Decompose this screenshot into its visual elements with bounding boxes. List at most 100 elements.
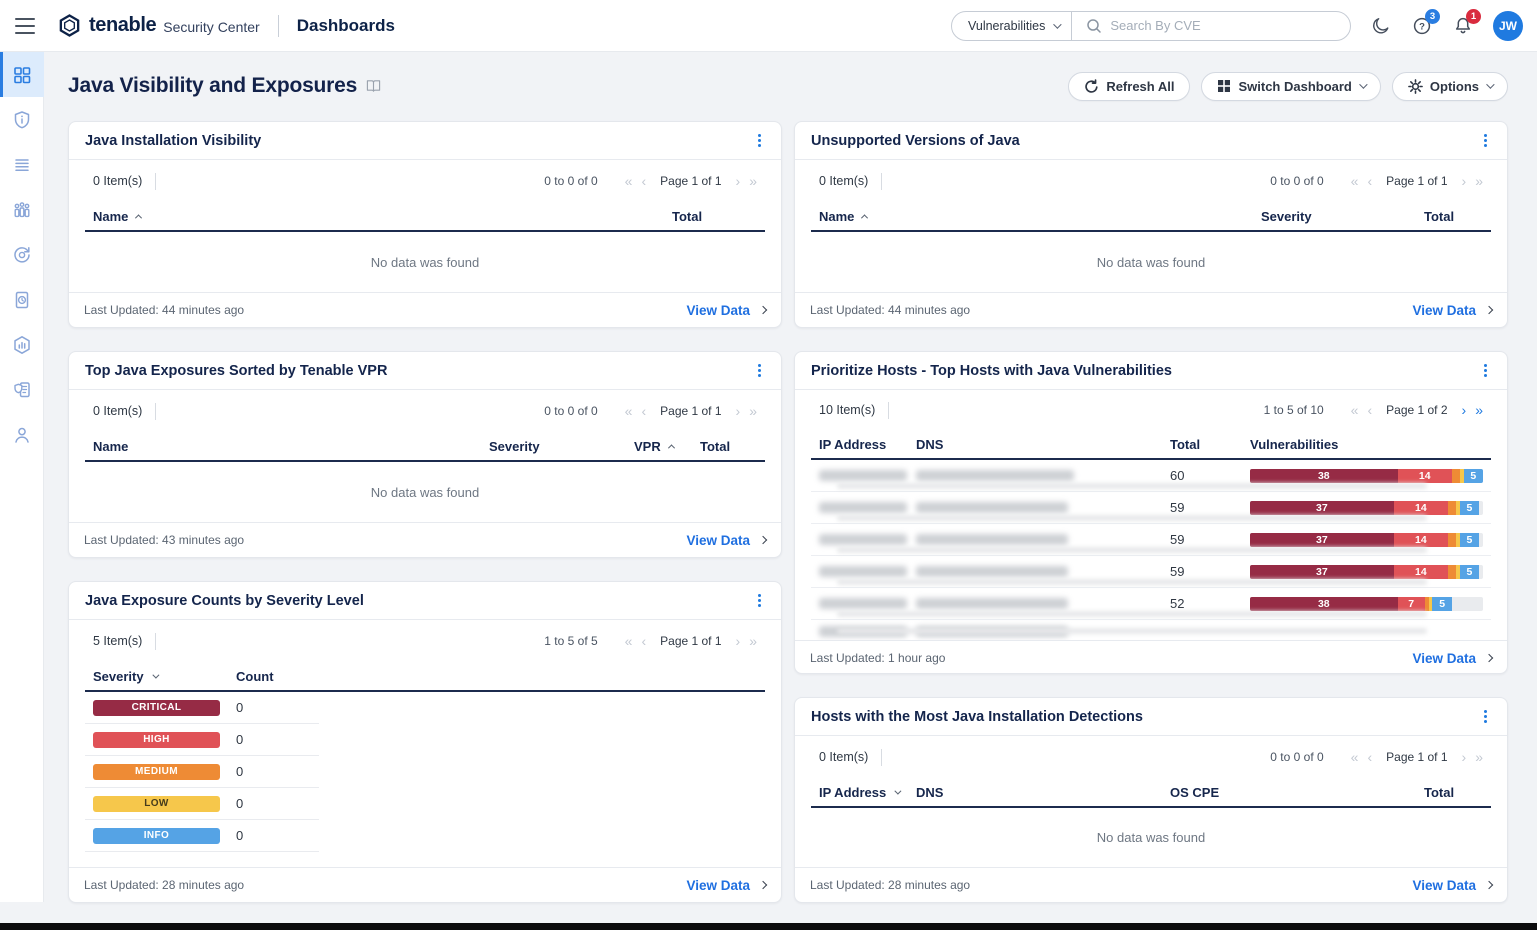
last-page-button[interactable]: » — [749, 634, 757, 648]
search-input[interactable] — [1110, 18, 1350, 33]
prev-page-button[interactable]: ‹ — [1367, 750, 1372, 764]
column-header-total[interactable]: Total — [1170, 437, 1250, 452]
sidebar-item-reports[interactable] — [0, 277, 44, 322]
prev-page-button[interactable]: ‹ — [641, 404, 646, 418]
host-row[interactable]: 52 3875 — [811, 588, 1491, 620]
sidebar-item-assets[interactable] — [0, 187, 44, 232]
redacted-ip — [819, 566, 907, 577]
prev-page-button[interactable]: ‹ — [641, 174, 646, 188]
column-header-name[interactable]: Name — [93, 439, 489, 454]
sidebar-item-tenable-one[interactable] — [0, 322, 44, 367]
next-page-button[interactable]: › — [1462, 403, 1467, 417]
view-data-link[interactable]: View Data — [686, 303, 766, 318]
help-button[interactable]: ? 3 — [1411, 15, 1433, 37]
panel-menu-icon[interactable] — [1480, 706, 1491, 727]
dashboard-title: Java Visibility and Exposures — [68, 74, 357, 98]
prev-page-button[interactable]: ‹ — [1367, 403, 1372, 417]
view-data-link[interactable]: View Data — [1412, 878, 1492, 893]
menu-icon[interactable] — [15, 18, 35, 34]
column-header-os-cpe[interactable]: OS CPE — [1170, 785, 1424, 800]
host-total: 59 — [1170, 532, 1250, 547]
list-icon — [12, 155, 32, 175]
first-page-button[interactable]: « — [1351, 750, 1359, 764]
last-page-button[interactable]: » — [749, 404, 757, 418]
switch-dashboard-button[interactable]: Switch Dashboard — [1201, 72, 1380, 101]
last-updated: Last Updated: 44 minutes ago — [84, 303, 244, 317]
next-page-button[interactable]: › — [736, 174, 741, 188]
first-page-button[interactable]: « — [625, 404, 633, 418]
column-header-total[interactable]: Total — [1424, 209, 1491, 224]
options-button[interactable]: Options — [1392, 72, 1508, 101]
last-page-button[interactable]: » — [1475, 174, 1483, 188]
chevron-right-icon — [1485, 306, 1493, 314]
next-page-button[interactable]: › — [1462, 750, 1467, 764]
host-row[interactable]: 59 37145 — [811, 556, 1491, 588]
column-header-dns[interactable]: DNS — [916, 437, 1170, 452]
host-row[interactable]: 59 37145 — [811, 524, 1491, 556]
severity-badge-high: HIGH — [93, 732, 220, 748]
sidebar-item-users[interactable] — [0, 412, 44, 457]
sidebar-item-policies[interactable] — [0, 367, 44, 412]
column-header-count[interactable]: Count — [236, 669, 765, 684]
column-header-vpr[interactable]: VPR — [634, 439, 700, 454]
next-page-button[interactable]: › — [736, 404, 741, 418]
panel-menu-icon[interactable] — [754, 130, 765, 151]
vulnerability-bar: 37145 — [1250, 533, 1483, 547]
view-data-link[interactable]: View Data — [686, 533, 766, 548]
chevron-right-icon — [759, 881, 767, 889]
sidebar-item-dashboards[interactable] — [0, 52, 44, 97]
column-header-severity[interactable]: Severity — [489, 439, 634, 454]
book-icon[interactable] — [366, 79, 381, 93]
column-header-severity[interactable]: Severity — [93, 669, 236, 684]
vulnerability-bar: 37145 — [1250, 501, 1483, 515]
column-header-ip-address[interactable]: IP Address — [819, 785, 916, 800]
sidebar-item-analysis[interactable] — [0, 142, 44, 187]
first-page-button[interactable]: « — [1351, 174, 1359, 188]
report-clock-icon — [12, 290, 32, 310]
view-data-link[interactable]: View Data — [1412, 651, 1492, 666]
sidebar-item-scans[interactable] — [0, 232, 44, 277]
first-page-button[interactable]: « — [625, 174, 633, 188]
prev-page-button[interactable]: ‹ — [1367, 174, 1372, 188]
prev-page-button[interactable]: ‹ — [641, 634, 646, 648]
chevron-right-icon — [1485, 881, 1493, 889]
search-icon — [1086, 18, 1102, 34]
sidebar-item-vulnerabilities[interactable] — [0, 97, 44, 142]
severity-count: 0 — [236, 764, 319, 779]
search-scope-dropdown[interactable]: Vulnerabilities — [952, 19, 1071, 33]
view-data-link[interactable]: View Data — [1412, 303, 1492, 318]
panel-menu-icon[interactable] — [754, 590, 765, 611]
sort-desc-icon — [152, 671, 159, 678]
user-avatar[interactable]: JW — [1493, 11, 1523, 41]
first-page-button[interactable]: « — [1351, 403, 1359, 417]
panel-menu-icon[interactable] — [1480, 130, 1491, 151]
panel-top-java-exposures: Top Java Exposures Sorted by Tenable VPR… — [68, 351, 782, 558]
column-header-severity[interactable]: Severity — [1261, 209, 1424, 224]
column-header-name[interactable]: Name — [819, 209, 1261, 224]
last-page-button[interactable]: » — [749, 174, 757, 188]
severity-row-info: INFO 0 — [85, 820, 319, 852]
column-header-ip-address[interactable]: IP Address — [819, 437, 916, 452]
last-page-button[interactable]: » — [1475, 750, 1483, 764]
view-data-link[interactable]: View Data — [686, 878, 766, 893]
next-page-button[interactable]: › — [736, 634, 741, 648]
last-page-button[interactable]: » — [1475, 403, 1483, 417]
column-header-total[interactable]: Total — [1424, 785, 1491, 800]
host-row[interactable]: 60 38145 — [811, 460, 1491, 492]
refresh-all-button[interactable]: Refresh All — [1068, 72, 1190, 101]
dark-mode-toggle[interactable] — [1370, 15, 1392, 37]
search-scope-label: Vulnerabilities — [968, 19, 1045, 33]
column-header-total[interactable]: Total — [700, 439, 765, 454]
column-header-vulnerabilities[interactable]: Vulnerabilities — [1250, 437, 1491, 452]
column-header-dns[interactable]: DNS — [916, 785, 1170, 800]
help-badge: 3 — [1425, 9, 1440, 24]
range-text: 0 to 0 of 0 — [544, 174, 597, 188]
first-page-button[interactable]: « — [625, 634, 633, 648]
column-header-name[interactable]: Name — [93, 209, 672, 224]
next-page-button[interactable]: › — [1462, 174, 1467, 188]
host-row[interactable]: 59 37145 — [811, 492, 1491, 524]
notifications-button[interactable]: 1 — [1452, 15, 1474, 37]
column-header-total[interactable]: Total — [672, 209, 765, 224]
panel-menu-icon[interactable] — [1480, 360, 1491, 381]
panel-menu-icon[interactable] — [754, 360, 765, 381]
